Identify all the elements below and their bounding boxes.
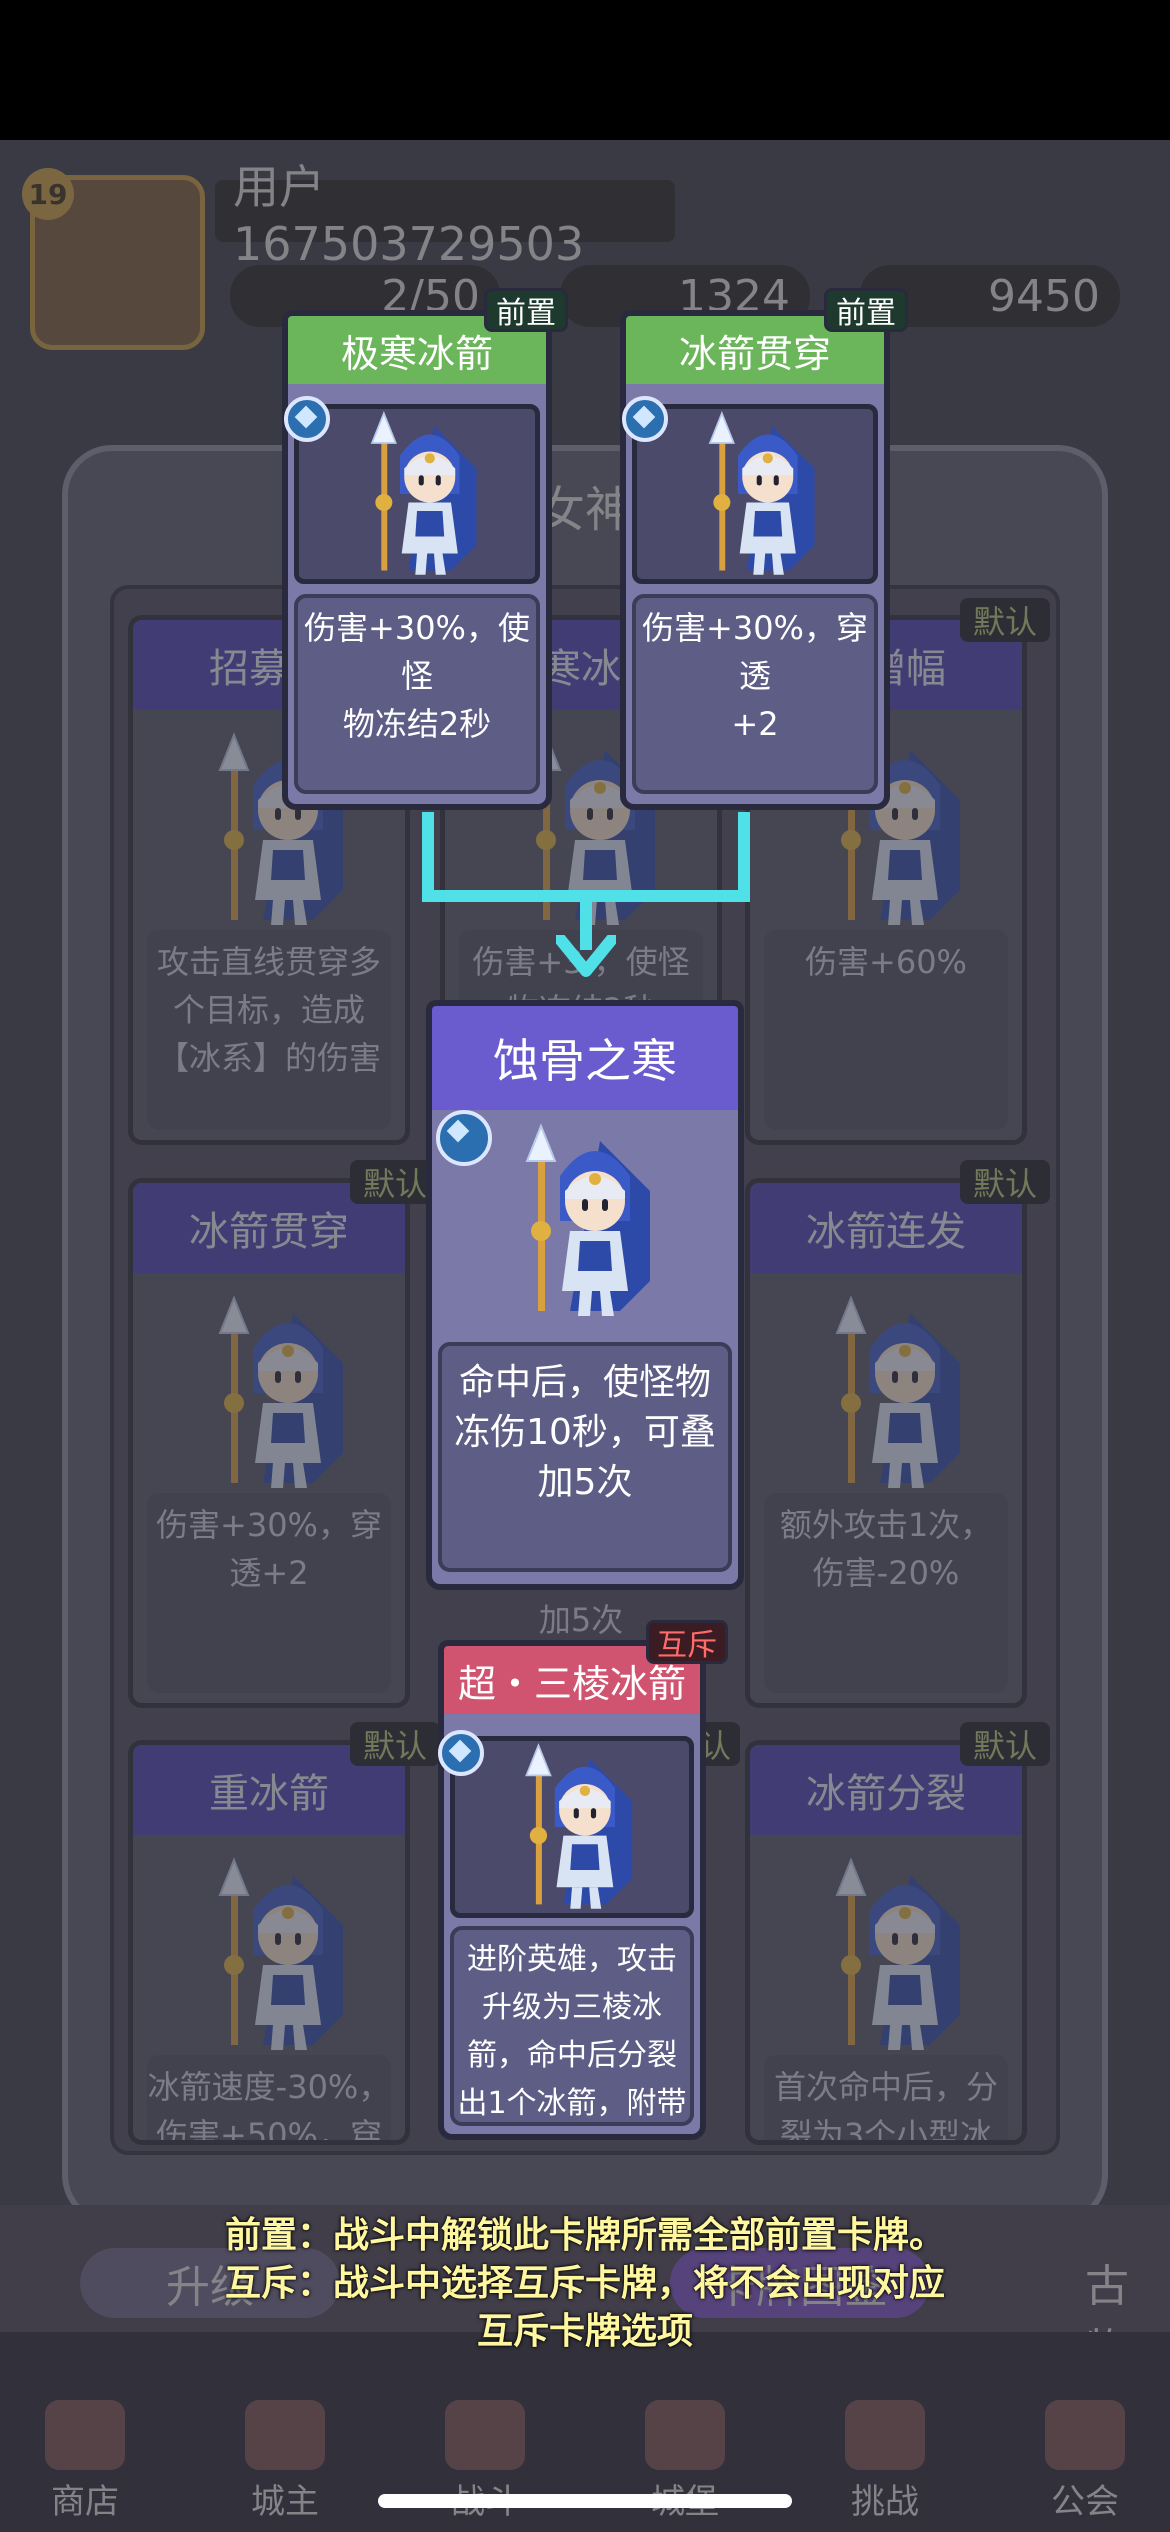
card-desc: 命中后，使怪物 冻伤10秒，可叠 加5次 <box>438 1342 732 1572</box>
hero-portrait-icon <box>219 1297 344 1489</box>
card-desc: 首次命中后，分裂为3个小型冰箭 <box>764 2055 1008 2140</box>
nav-guild[interactable]: 公会 <box>1015 2400 1155 2522</box>
card-title: 蚀骨之寒 <box>426 1000 744 1110</box>
grid-card[interactable]: 冰箭贯穿 伤害+30%，穿透+2 <box>128 1178 410 1708</box>
card-art <box>450 1736 694 1918</box>
prereq-tag: 前置 <box>484 288 568 332</box>
arrow-down-icon <box>556 935 616 977</box>
nav-challenge[interactable]: 挑战 <box>815 2400 955 2522</box>
hero-portrait-icon <box>371 412 478 576</box>
status-bar <box>0 0 1170 140</box>
level-badge: 19 <box>22 168 74 220</box>
ice-element-icon <box>284 396 330 442</box>
grid-card[interactable]: 重冰箭 冰箭速度-30%，伤害+50%，穿透 <box>128 1740 410 2145</box>
default-tag: 默认 <box>350 1722 440 1766</box>
exclusive-tag: 互斥 <box>646 1620 728 1664</box>
card-art <box>632 404 878 584</box>
prereq-card[interactable]: 冰箭贯穿 伤害+30%，穿透 +2 <box>620 310 890 810</box>
shop-icon <box>45 2400 125 2470</box>
grid-card[interactable]: 冰箭分裂 首次命中后，分裂为3个小型冰箭 <box>745 1740 1027 2145</box>
default-tag: 默认 <box>960 598 1050 642</box>
ice-element-icon <box>436 1110 492 1166</box>
ice-element-icon <box>622 396 668 442</box>
legend-text: 前置：战斗中解锁此卡牌所需全部前置卡牌。 互斥：战斗中选择互斥卡牌，将不会出现对… <box>224 2215 945 2352</box>
nav-shop[interactable]: 商店 <box>15 2400 155 2522</box>
nav-lord[interactable]: 城主 <box>215 2400 355 2522</box>
prereq-tag: 前置 <box>824 288 908 332</box>
card-desc: 伤害+30%，穿透+2 <box>147 1493 391 1693</box>
connector-line <box>738 812 750 902</box>
card-art <box>294 404 540 584</box>
challenge-icon <box>845 2400 925 2470</box>
main-card[interactable]: 蚀骨之寒 命中后，使怪物 冻伤10秒，可叠 加5次 <box>426 1000 744 1590</box>
guild-icon <box>1045 2400 1125 2470</box>
card-desc: 伤害+30%，使怪 物冻结2秒 <box>294 594 540 794</box>
hero-portrait-icon <box>219 1859 344 2051</box>
default-tag: 默认 <box>960 1722 1050 1766</box>
hero-portrait-icon <box>836 1859 961 2051</box>
prereq-card[interactable]: 极寒冰箭 伤害+30%，使怪 物冻结2秒 <box>282 310 552 810</box>
crown-icon <box>245 2400 325 2470</box>
castle-icon <box>645 2400 725 2470</box>
card-desc: 额外攻击1次，伤害-20% <box>764 1493 1008 1693</box>
connector-line <box>422 812 434 902</box>
card-desc: 攻击直线贯穿多个目标，造成【冰系】的伤害 <box>147 930 391 1130</box>
username-label: 用户167503729503 <box>215 160 675 271</box>
card-desc: 进阶英雄，攻击 升级为三棱冰 箭，命中后分裂 出1个冰箭，附带 <box>450 1926 694 2126</box>
ice-element-icon <box>438 1730 484 1776</box>
grid-card[interactable]: 冰箭连发 额外攻击1次，伤害-20% <box>745 1178 1027 1708</box>
hero-portrait-icon <box>525 1744 634 1910</box>
card-desc: 伤害+30%，穿透 +2 <box>632 594 878 794</box>
card-desc: 冰箭速度-30%，伤害+50%，穿透 <box>147 2055 391 2140</box>
exclusive-card[interactable]: 超・三棱冰箭 进阶英雄，攻击 升级为三棱冰 箭，命中后分裂 出1个冰箭，附带 <box>438 1640 706 2140</box>
sword-icon <box>445 2400 525 2470</box>
card-desc: 伤害+60% <box>764 930 1008 1130</box>
hero-portrait-icon <box>709 412 816 576</box>
default-tag: 默认 <box>960 1160 1050 1204</box>
home-indicator[interactable] <box>378 2494 792 2508</box>
hero-portrait-icon <box>836 1297 961 1489</box>
